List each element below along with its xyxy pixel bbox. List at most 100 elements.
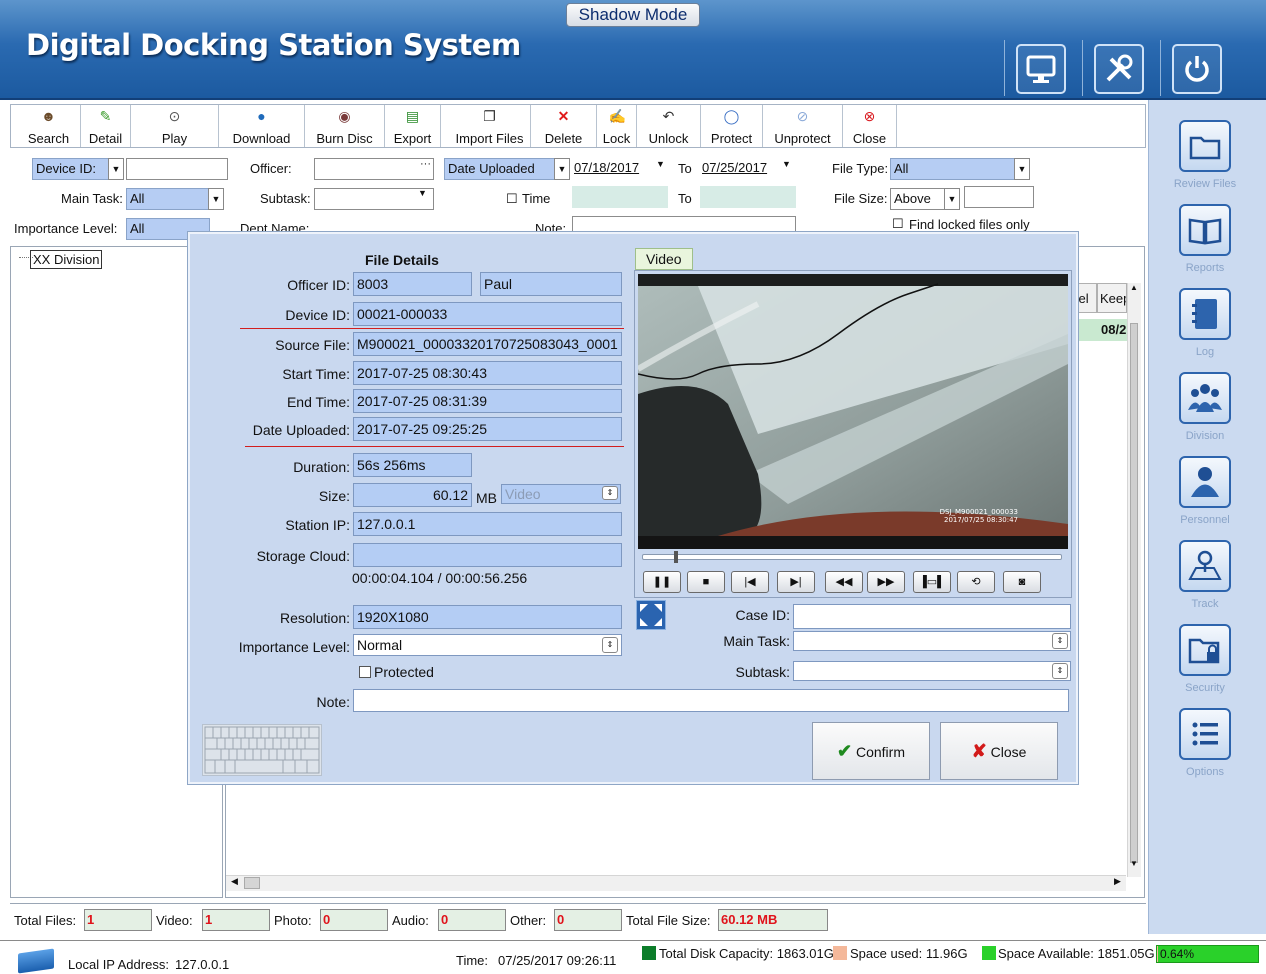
device-id-input[interactable] (126, 158, 228, 180)
import-files-button[interactable]: ❐ Import Files (449, 105, 531, 147)
sidebar-item-division[interactable]: Division (1155, 364, 1255, 448)
sidebar-item-log[interactable]: Log (1155, 280, 1255, 364)
unlock-button[interactable]: ↶ Unlock (637, 105, 701, 147)
device-id-mode[interactable]: Device ID: (32, 158, 110, 180)
seek-bar[interactable] (642, 551, 1062, 563)
table-row[interactable]: 08/2 (1071, 319, 1127, 341)
chevron-down-icon[interactable]: ▼ (944, 188, 960, 210)
sidebar-item-review-files[interactable]: Review Files (1155, 112, 1255, 196)
officer-id-field[interactable]: 8003 (353, 272, 472, 296)
list-icon (1179, 708, 1231, 760)
virtual-keyboard-button[interactable] (202, 724, 322, 776)
frame-button[interactable]: ▐▭▌ (913, 571, 951, 593)
photo-count-value: 0 (320, 909, 388, 931)
confirm-button[interactable]: ✔ Confirm (812, 722, 930, 780)
export-button[interactable]: ▤ Export (385, 105, 441, 147)
time-checkbox[interactable]: ☐ (506, 191, 518, 207)
scroll-up-icon[interactable]: ▲ (1130, 283, 1138, 292)
source-file-field[interactable]: M900021_00003320170725083043_0001 (353, 332, 622, 356)
sidebar-label: Log (1195, 346, 1215, 358)
sidebar-item-security[interactable]: Security (1155, 616, 1255, 700)
scroll-left-icon[interactable]: ◀ (231, 876, 238, 887)
delete-button[interactable]: ✕ Delete (531, 105, 597, 147)
spinner-icon[interactable]: ⇕ (1052, 663, 1068, 679)
shadow-mode-badge[interactable]: Shadow Mode (566, 3, 700, 27)
lock-button[interactable]: ✍ Lock (597, 105, 637, 147)
search-button[interactable]: ☻ Search (17, 105, 81, 147)
monitor-button[interactable] (1016, 44, 1066, 94)
play-button[interactable]: ⊙ Play (131, 105, 219, 147)
resolution-field[interactable]: 1920X1080 (353, 605, 622, 629)
video-frame[interactable]: DSJ_M900021_000033 2017/07/25 08:30:47 (636, 274, 1068, 549)
date-to-picker[interactable]: 07/25/2017 (702, 160, 767, 175)
unprotect-button[interactable]: ⊘ Unprotect (763, 105, 843, 147)
repeat-button[interactable]: ⟲ (957, 571, 995, 593)
subtask-select[interactable] (314, 188, 434, 210)
storage-cloud-field[interactable] (353, 543, 622, 567)
station-ip-field[interactable]: 127.0.0.1 (353, 512, 622, 536)
protected-checkbox[interactable] (359, 666, 371, 678)
protect-button[interactable]: ◯ Protect (701, 105, 763, 147)
duration-field[interactable]: 56s 256ms (353, 453, 472, 477)
pause-button[interactable]: ❚❚ (643, 571, 681, 593)
scroll-right-icon[interactable]: ▶ (1114, 876, 1121, 887)
chevron-down-icon[interactable]: ▼ (208, 188, 224, 210)
download-button[interactable]: ● Download (219, 105, 305, 147)
case-id-field[interactable] (793, 604, 1071, 629)
file-size-mode-select[interactable]: Above (890, 188, 946, 210)
vertical-scrollbar-thumb[interactable] (1130, 323, 1138, 863)
sidebar-item-reports[interactable]: Reports (1155, 196, 1255, 280)
shield-icon: ◯ (723, 108, 740, 124)
previous-button[interactable]: |◀ (731, 571, 769, 593)
checkmark-icon: ✔ (837, 741, 853, 761)
chevron-down-icon[interactable]: ▼ (554, 158, 570, 180)
size-field[interactable]: 60.12 (353, 483, 472, 507)
stop-button[interactable]: ■ (687, 571, 725, 593)
column-header-keep[interactable]: Keep (1097, 283, 1127, 313)
spinner-icon[interactable]: ⇕ (1052, 633, 1068, 649)
horizontal-scrollbar-thumb[interactable] (244, 877, 260, 889)
ellipsis-icon[interactable]: ··· (420, 158, 431, 170)
locked-only-checkbox[interactable]: ☐ (892, 216, 904, 232)
tools-button[interactable] (1094, 44, 1144, 94)
close-toolbar-button[interactable]: ⊗ Close (843, 105, 897, 147)
date-uploaded-field[interactable]: 2017-07-25 09:25:25 (353, 417, 622, 441)
horizontal-scrollbar[interactable] (226, 875, 1126, 891)
officer-name-field[interactable]: Paul (480, 272, 622, 296)
subtask-select[interactable] (793, 661, 1071, 681)
main-task-select[interactable] (793, 631, 1071, 651)
date-from-picker[interactable]: 07/18/2017 (574, 160, 639, 175)
tab-video[interactable]: Video (635, 248, 693, 270)
officer-input[interactable] (314, 158, 434, 180)
end-time-field[interactable]: 2017-07-25 08:31:39 (353, 389, 622, 413)
close-dialog-button[interactable]: ✘ Close (940, 722, 1058, 780)
seek-handle[interactable] (673, 551, 678, 563)
sidebar-item-track[interactable]: Track (1155, 532, 1255, 616)
fullscreen-button[interactable] (636, 600, 666, 630)
start-time-field[interactable]: 2017-07-25 08:30:43 (353, 361, 622, 385)
importance-select[interactable]: Normal (353, 634, 622, 656)
device-id-field[interactable]: 00021-000033 (353, 302, 622, 326)
sidebar-item-personnel[interactable]: Personnel (1155, 448, 1255, 532)
spinner-icon[interactable]: ⇕ (602, 637, 618, 653)
chevron-down-icon[interactable]: ▼ (108, 158, 124, 180)
time-from-input[interactable] (572, 186, 668, 208)
sidebar-item-options[interactable]: Options (1155, 700, 1255, 784)
spinner-icon[interactable]: ⇕ (602, 486, 618, 500)
time-to-input[interactable] (700, 186, 796, 208)
date-mode-select[interactable]: Date Uploaded (444, 158, 556, 180)
tree-root-node[interactable]: XX Division (30, 250, 103, 269)
chevron-down-icon[interactable]: ▼ (1014, 158, 1030, 180)
rewind-button[interactable]: ◀◀ (825, 571, 863, 593)
power-button[interactable] (1172, 44, 1222, 94)
main-task-select[interactable]: All (126, 188, 210, 210)
burn-disc-button[interactable]: ◉ Burn Disc (305, 105, 385, 147)
note-field[interactable] (353, 689, 1069, 712)
snapshot-button[interactable]: ◙ (1003, 571, 1041, 593)
file-type-select[interactable]: All (890, 158, 1030, 180)
scroll-down-icon[interactable]: ▼ (1130, 859, 1138, 868)
fast-forward-button[interactable]: ▶▶ (867, 571, 905, 593)
next-button[interactable]: ▶| (777, 571, 815, 593)
file-size-input[interactable] (964, 186, 1034, 208)
detail-button[interactable]: ✎ Detail (81, 105, 131, 147)
